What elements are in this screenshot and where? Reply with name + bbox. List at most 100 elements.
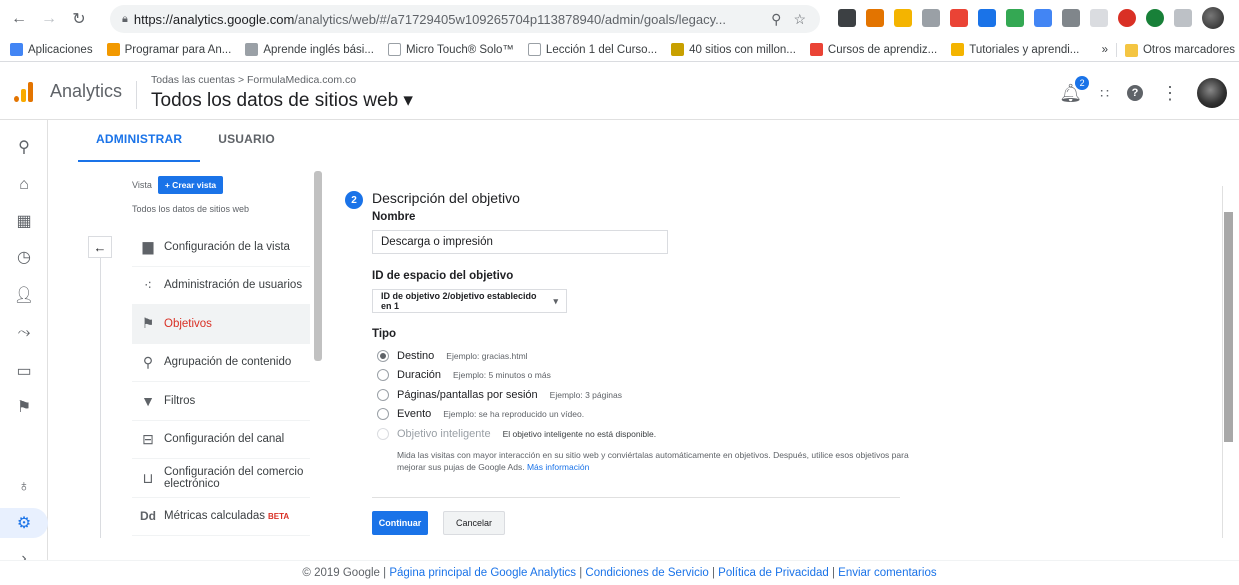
zoom-icon[interactable]: ⚲ — [771, 11, 781, 28]
star-icon[interactable]: ☆ — [793, 11, 806, 28]
footer-link-home[interactable]: Página principal de Google Analytics — [389, 567, 576, 579]
page-scrollbar[interactable] — [1222, 186, 1233, 538]
bookmark-5[interactable]: 40 sitios con millon... — [671, 43, 796, 56]
menu-icon[interactable]: ⋮ — [1234, 10, 1239, 27]
view-label: Vista — [132, 180, 152, 190]
radio-destination[interactable]: Destino Ejemplo: gracias.html — [377, 346, 917, 366]
more-info-link[interactable]: Más información — [527, 462, 589, 472]
extension-icon[interactable] — [1062, 9, 1080, 27]
extension-icon[interactable] — [1090, 9, 1108, 27]
footer-link-feedback[interactable]: Enviar comentarios — [838, 567, 936, 579]
bookmark-label: Micro Touch® Solo™ — [405, 43, 514, 56]
goal-name-input[interactable] — [372, 230, 668, 254]
menu-item-filters[interactable]: ▼ Filtros — [132, 382, 310, 421]
radio-button[interactable] — [377, 369, 389, 382]
radio-button[interactable] — [377, 388, 389, 401]
menu-item-label: Agrupación de contenido — [164, 356, 292, 369]
reload-icon[interactable]: ↻ — [68, 8, 90, 30]
menu-item-label: Filtros — [164, 394, 196, 407]
radio-label: Evento — [397, 408, 432, 421]
cart-icon: ⊔ — [142, 469, 154, 486]
bookmark-icon — [951, 43, 965, 56]
radio-example: Ejemplo: 3 páginas — [549, 389, 622, 400]
extension-icon[interactable] — [1174, 9, 1192, 27]
goal-slot-select[interactable]: ID de objetivo 2/objetivo establecido en… — [372, 289, 567, 313]
bookmark-3[interactable]: Micro Touch® Solo™ — [387, 43, 514, 56]
page-icon — [387, 43, 401, 56]
menu-item-view-settings[interactable]: ▆ Configuración de la vista — [132, 228, 310, 267]
radio-event[interactable]: Evento Ejemplo: se ha reproducido un víde… — [377, 405, 917, 425]
apps-grid-icon[interactable]: ∷ — [1100, 85, 1109, 102]
radio-duration[interactable]: Duración Ejemplo: 5 minutos o más — [377, 366, 917, 386]
bookmarks-bar: Aplicaciones Programar para An... Aprend… — [0, 38, 1239, 62]
menu-item-ecommerce[interactable]: ⊔ Configuración del comercio electrónico — [132, 459, 310, 498]
menu-item-content-grouping[interactable]: ⚲ Agrupación de contenido — [132, 344, 310, 382]
back-icon[interactable]: ← — [8, 8, 30, 30]
extension-icon[interactable] — [1146, 9, 1164, 27]
radio-pages-per-session[interactable]: Páginas/pantallas por sesión Ejemplo: 3 p… — [377, 385, 917, 405]
bookmark-7[interactable]: Tutoriales y aprendi... — [951, 43, 1079, 56]
notifications-icon[interactable]: 🔔︎ 2 — [1059, 75, 1090, 104]
bookmark-1[interactable]: Programar para An... — [106, 43, 231, 56]
radio-button[interactable] — [377, 408, 389, 421]
address-bar[interactable]: 🔒︎ https://analytics.google.com/analytic… — [110, 5, 820, 33]
back-arrow-icon[interactable]: ← — [88, 236, 112, 258]
avatar[interactable] — [1197, 78, 1227, 108]
name-label: Nombre — [372, 211, 416, 223]
radio-example: Ejemplo: se ha reproducido un vídeo. — [443, 409, 585, 420]
search-icon[interactable]: ⚲ — [0, 132, 48, 162]
tab-usuario[interactable]: USUARIO — [200, 120, 293, 162]
home-icon[interactable]: ⌂ — [0, 170, 48, 200]
folder-icon — [1124, 43, 1138, 57]
extension-icon[interactable] — [838, 9, 856, 27]
property-selector[interactable]: Todos los datos de sitios web ▾ — [151, 89, 413, 112]
bookmark-2[interactable]: Aprende inglés bási... — [245, 43, 374, 56]
left-rail: ⚲ ⌂ ▦ ◷ 👤︎ ⤳ ▭ ⚑ ♁ ⚙ › — [0, 120, 48, 567]
footer-link-terms[interactable]: Condiciones de Servicio — [585, 567, 708, 579]
footer-link-privacy[interactable]: Política de Privacidad — [718, 567, 829, 579]
divider — [372, 497, 900, 498]
bookmark-6[interactable]: Cursos de aprendiz... — [809, 43, 937, 56]
behavior-icon[interactable]: ▭ — [0, 356, 48, 386]
forward-icon[interactable]: → — [38, 8, 60, 30]
menu-item-channel-settings[interactable]: ⊟ Configuración del canal — [132, 421, 310, 459]
audience-icon[interactable]: 👤︎ — [0, 280, 48, 310]
acquisition-icon[interactable]: ⤳ — [0, 318, 48, 348]
extension-icon[interactable] — [1034, 9, 1052, 27]
profile-icon[interactable] — [1202, 7, 1224, 29]
menu-item-goals[interactable]: ⚑ Objetivos — [132, 305, 310, 344]
extension-icon[interactable] — [866, 9, 884, 27]
extension-icon[interactable] — [1006, 9, 1024, 27]
admin-view-column: Vista + Crear vista Todos los datos de s… — [78, 168, 323, 548]
bookmarks-overflow[interactable]: » — [1102, 44, 1108, 56]
radio-button[interactable] — [377, 349, 389, 362]
menu-item-calculated-metrics[interactable]: Dd Métricas calculadas BETA — [132, 498, 310, 536]
radio-label: Duración — [397, 369, 442, 382]
other-bookmarks[interactable]: Otros marcadores — [1124, 43, 1235, 57]
create-view-button[interactable]: + Crear vista — [157, 176, 224, 194]
admin-gear-icon[interactable]: ⚙ — [0, 508, 48, 538]
discover-icon[interactable]: ♁ — [0, 472, 48, 502]
bookmark-4[interactable]: Lección 1 del Curso... — [527, 43, 657, 56]
bookmark-0[interactable]: Aplicaciones — [10, 43, 93, 56]
view-name[interactable]: Todos los datos de sitios web — [132, 204, 249, 214]
extension-icon[interactable] — [1118, 9, 1136, 27]
column-scrollbar[interactable] — [314, 171, 322, 361]
extension-icon[interactable] — [950, 9, 968, 27]
customization-icon[interactable]: ▦ — [0, 206, 48, 236]
smart-goal-text: Mida las visitas con mayor interacción e… — [397, 450, 909, 472]
help-icon[interactable]: ? — [1127, 85, 1143, 101]
realtime-icon[interactable]: ◷ — [0, 242, 48, 272]
lock-icon: 🔒︎ — [122, 12, 128, 25]
scrollbar-thumb[interactable] — [1224, 212, 1233, 442]
conversions-icon[interactable]: ⚑ — [0, 392, 48, 422]
extension-icon[interactable] — [978, 9, 996, 27]
extension-icon[interactable] — [922, 9, 940, 27]
tab-administrar[interactable]: ADMINISTRAR — [78, 120, 201, 162]
more-vert-icon[interactable]: ⋮ — [1161, 83, 1179, 104]
continue-button[interactable]: Continuar — [372, 511, 428, 535]
breadcrumb[interactable]: Todas las cuentas > FormulaMedica.com.co — [151, 74, 356, 86]
menu-item-user-management[interactable]: ⁖ Administración de usuarios — [132, 267, 310, 305]
extension-icon[interactable] — [894, 9, 912, 27]
cancel-button[interactable]: Cancelar — [443, 511, 505, 535]
